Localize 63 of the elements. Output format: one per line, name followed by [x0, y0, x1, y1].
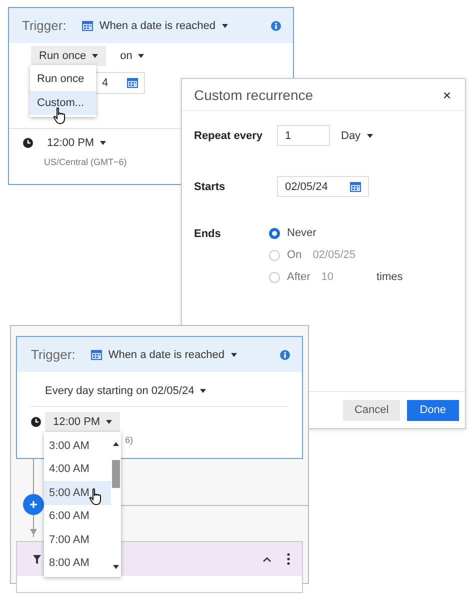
caret-icon — [100, 141, 106, 145]
more-icon[interactable] — [287, 553, 290, 565]
repeat-input[interactable]: 1 — [277, 125, 330, 146]
date-value: 02/05/24 — [285, 180, 328, 192]
option-suffix: times — [376, 271, 403, 283]
time-dropdown[interactable]: 12:00 PM — [45, 412, 120, 432]
calendar-icon — [350, 182, 361, 192]
unit-dropdown[interactable]: Day — [333, 126, 381, 146]
time-option[interactable]: 3:00 AM — [44, 434, 111, 458]
field-label: Starts — [194, 180, 226, 192]
plus-icon — [30, 501, 37, 508]
trigger-type-dropdown[interactable]: When a date is reached — [91, 348, 236, 360]
radio-button[interactable] — [269, 228, 280, 238]
caret-icon — [106, 420, 112, 424]
start-date-field[interactable]: 02/05/24 — [277, 176, 369, 197]
radio-label: Never — [287, 227, 316, 239]
calendar-icon — [82, 20, 94, 30]
trigger-type-dropdown[interactable]: When a date is reached — [82, 20, 228, 32]
info-icon[interactable] — [280, 350, 290, 360]
option-value: 02/05/25 — [312, 249, 356, 261]
cancel-button[interactable]: Cancel — [343, 400, 400, 420]
date-value: 4 — [102, 77, 108, 89]
timezone-label: 6) — [125, 434, 134, 445]
calendar-icon — [127, 78, 138, 88]
trigger-label: Trigger: — [22, 18, 66, 33]
time-option[interactable]: 6:00 AM — [44, 504, 111, 528]
time-option[interactable]: 5:00 AM — [44, 481, 111, 504]
timezone-label: US/Central (GMT−6) — [43, 156, 128, 167]
caret-icon — [92, 54, 98, 58]
close-button[interactable]: × — [442, 86, 451, 102]
hand-cursor-icon — [89, 488, 103, 506]
caret-icon — [230, 352, 236, 356]
clock-icon — [31, 417, 41, 427]
caret-icon — [138, 54, 144, 58]
time-option[interactable]: 4:00 AM — [44, 458, 111, 481]
calendar-icon — [91, 350, 102, 360]
frequency-dropdown[interactable]: Run once — [31, 46, 106, 66]
option-value: 10 — [321, 271, 334, 283]
field-label: Ends — [194, 228, 222, 240]
radio-label: On — [287, 249, 302, 261]
add-step-button[interactable] — [23, 494, 44, 515]
radio-label: After — [287, 271, 310, 283]
on-dropdown[interactable]: on — [112, 46, 152, 66]
menu-item[interactable]: Custom... — [30, 91, 96, 115]
collapse-icon[interactable] — [263, 556, 271, 562]
caret-icon — [113, 565, 119, 569]
caret-icon — [200, 389, 206, 393]
filter-icon — [33, 554, 41, 564]
caret-icon — [222, 24, 228, 28]
trigger-label: Trigger: — [31, 347, 76, 362]
time-option[interactable]: 8:00 AM — [44, 552, 111, 575]
menu-item[interactable]: Run once — [30, 67, 96, 91]
clock-icon — [23, 138, 33, 148]
time-option[interactable]: 7:00 AM — [44, 528, 111, 552]
field-label: Repeat every — [194, 130, 264, 142]
schedule-dropdown[interactable]: Every day starting on 02/05/24 — [31, 380, 206, 402]
time-dropdown[interactable]: 12:00 PM — [39, 133, 114, 153]
info-icon[interactable] — [271, 20, 281, 30]
caret-icon — [366, 134, 373, 138]
scrollbar-thumb[interactable] — [112, 460, 120, 488]
caret-up-icon — [113, 442, 119, 446]
dialog-title: Custom recurrence — [194, 86, 314, 102]
done-button[interactable]: Done — [406, 400, 459, 420]
